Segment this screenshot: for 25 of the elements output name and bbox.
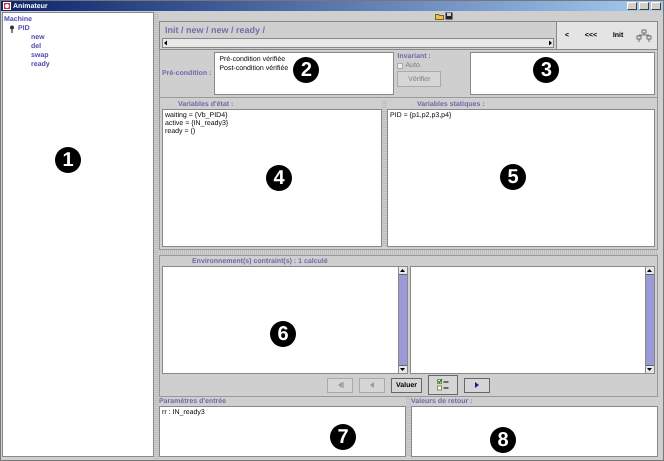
callout-number: 4: [266, 165, 292, 191]
skip-back-icon: [336, 382, 344, 388]
tree-toggle-icon[interactable]: [9, 24, 15, 32]
next-button[interactable]: [464, 378, 490, 392]
minimize-button[interactable]: [627, 2, 637, 10]
scroll-left-icon: [163, 40, 168, 46]
vertical-scrollbar[interactable]: [645, 267, 654, 373]
vertical-scrollbar[interactable]: [398, 267, 406, 373]
checklist-button[interactable]: [428, 375, 458, 395]
close-button[interactable]: [651, 2, 661, 10]
scroll-right-icon: [548, 40, 553, 46]
trace-path: Init / new / new / ready /: [165, 25, 266, 35]
maximize-button[interactable]: [639, 2, 649, 10]
tree-diagram-icon[interactable]: [636, 28, 652, 42]
callout-number: 1: [55, 147, 81, 173]
callout-number: 5: [500, 164, 526, 190]
callout-number: 3: [533, 57, 560, 83]
save-icon[interactable]: [444, 12, 452, 20]
callout-number: 2: [293, 57, 320, 83]
app-icon: [3, 2, 11, 10]
play-icon: [474, 382, 480, 388]
checklist-icon: [437, 379, 449, 391]
back-icon: [368, 382, 375, 388]
callout-number: 7: [330, 424, 356, 450]
callout-number: 8: [490, 427, 516, 453]
